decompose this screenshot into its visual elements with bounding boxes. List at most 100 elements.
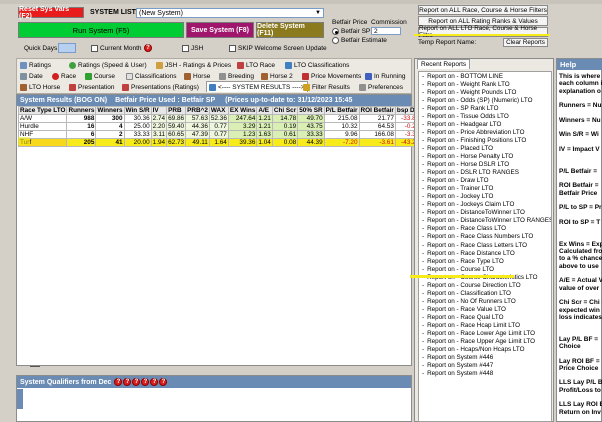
run-system-button[interactable]: Run System (F5) <box>18 22 184 38</box>
list-item[interactable]: - Report on - Draw LTO <box>422 177 551 185</box>
jsh-checkbox[interactable]: JSH <box>182 45 203 52</box>
list-item[interactable]: - Report on - Race Class Numbers LTO <box>422 233 551 241</box>
column-header[interactable]: WAX <box>208 106 229 115</box>
tab-lto-race[interactable]: LTO Race <box>237 60 275 70</box>
table-row[interactable]: Turf2054120.001.9462.7349.111.6439.361.0… <box>17 138 422 147</box>
help-question-icon[interactable]: ? <box>159 378 168 386</box>
list-item[interactable]: - Report on - Weight Pounds LTO <box>422 88 551 96</box>
list-item[interactable]: - Report on - Hcaps/Non Hcaps LTO <box>422 346 551 354</box>
tab-system-results[interactable]: <---- SYSTEM RESULTS ----> <box>206 81 308 92</box>
list-item[interactable]: - Report on - Classification LTO <box>422 289 551 297</box>
list-item[interactable]: - Report on - Jockey LTO <box>422 193 551 201</box>
tab-presentation[interactable]: Presentation <box>69 82 115 92</box>
list-item[interactable]: - Report on - Price Abbreviation LTO <box>422 128 551 136</box>
list-item[interactable]: - Report on - Race Qual LTO <box>422 313 551 321</box>
tab-lto-horse[interactable]: LTO Horse <box>20 82 60 92</box>
tab-jsh-ratings-prices[interactable]: JSH - Ratings & Prices <box>156 60 231 70</box>
tab-recent-reports[interactable]: Recent Reports <box>417 59 471 69</box>
column-header[interactable]: Runners <box>66 106 97 115</box>
column-header[interactable]: P/L Betfair <box>323 106 360 115</box>
tab-race[interactable]: Race <box>52 71 76 81</box>
list-item[interactable]: - Report on - DistanceToWinner LTO RANGES <box>422 217 551 225</box>
list-item[interactable]: - Report on - Trainer LTO <box>422 185 551 193</box>
quick-days-input[interactable] <box>58 43 76 53</box>
column-header[interactable]: ROI Betfair <box>358 106 396 115</box>
tab-date[interactable]: Date <box>20 71 43 81</box>
tab-in-running[interactable]: In Running <box>365 71 405 81</box>
help-question-icon[interactable]: ? <box>144 44 152 52</box>
list-item[interactable]: - Report on - Course LTO <box>422 265 551 273</box>
list-item[interactable]: - Report on - BOTTOM LINE <box>422 72 551 80</box>
save-system-button[interactable]: Save System (F8) <box>186 22 254 38</box>
reset-sys-vars-button[interactable]: Reset Sys Vars (F2) <box>18 6 84 20</box>
tab-lto-classifications[interactable]: LTO Classifications <box>285 60 349 70</box>
clear-reports-button[interactable]: Clear Reports <box>503 38 548 47</box>
recent-reports-list[interactable]: - Report on - BOTTOM LINE - Report on - Wei… <box>418 71 552 422</box>
column-header[interactable]: Chi Scr <box>271 106 299 115</box>
list-item[interactable]: - Report on - Race Lower Age Limit LTO <box>422 330 551 338</box>
list-item[interactable]: - Report on System #448 <box>422 370 551 378</box>
column-header[interactable]: IV <box>150 106 168 115</box>
list-item[interactable]: - Report on - Odds (SP) (Numeric) LTO <box>422 96 551 104</box>
list-item[interactable]: - Report on - Course Direction LTO <box>422 281 551 289</box>
current-month-checkbox[interactable]: Current Month <box>91 45 142 52</box>
list-item[interactable]: - Report on - Tissue Odds LTO <box>422 112 551 120</box>
table-row[interactable]: Hurdle 16 4 25.00 2.20 59.40 44.36 0.77 3.29 1.21… <box>17 122 422 131</box>
betfair-sp-radio[interactable]: Betfair SP <box>332 28 370 35</box>
tab-horse[interactable]: Horse <box>184 71 210 81</box>
column-header[interactable]: PRB <box>166 106 187 115</box>
tab-preferences[interactable]: Preferences <box>359 82 403 92</box>
tab-breeding[interactable]: Breeding <box>219 71 254 81</box>
column-header[interactable]: Race Type LTO <box>17 106 68 115</box>
list-item[interactable]: - Report on - Race Hcap Limit LTO <box>422 321 551 329</box>
list-item[interactable]: - Report on - Weight Rank LTO <box>422 80 551 88</box>
column-header[interactable]: 50% SR <box>297 106 325 115</box>
tab-classifications[interactable]: Classifications <box>126 71 177 81</box>
list-item[interactable]: - Report on - DSLR LTO RANGES <box>422 169 551 177</box>
report-all-filters-button[interactable]: Report on ALL Race, Course & Horse Filte… <box>418 5 548 15</box>
list-item[interactable]: - Report on - Race Class Letters LTO <box>422 241 551 249</box>
chevron-down-icon[interactable]: ▼ <box>315 10 321 16</box>
list-item[interactable]: - Report on - Race Value LTO <box>422 305 551 313</box>
list-item[interactable]: - Report on System #446 <box>422 354 551 362</box>
help-question-icon[interactable]: ? <box>114 378 123 386</box>
list-item[interactable]: - Report on - Race Class LTO <box>422 225 551 233</box>
list-item[interactable]: - Report on - SP Rank LTO <box>422 104 551 112</box>
tab-ratings-speed-user[interactable]: Ratings (Speed & User) <box>69 60 147 70</box>
list-item[interactable]: - Report on - Horse Penalty LTO <box>422 152 551 160</box>
list-item[interactable]: - Report on - No Of Runners LTO <box>422 297 551 305</box>
column-header[interactable]: PRB^2 <box>185 106 210 115</box>
help-question-icon[interactable]: ? <box>123 378 132 386</box>
list-item-label: Report on - Classification LTO <box>427 289 511 297</box>
list-item[interactable]: - Report on System #447 <box>422 362 551 370</box>
column-header[interactable]: A/E <box>256 106 273 115</box>
list-item[interactable]: - Report on - Placed LTO <box>422 144 551 152</box>
tab-horse-2[interactable]: Horse 2 <box>261 71 293 81</box>
list-item[interactable]: - Report on - Race Distance LTO <box>422 249 551 257</box>
commission-input[interactable]: 2 <box>371 27 401 35</box>
tab-presentations-ratings[interactable]: Presentations (Ratings) <box>122 82 199 92</box>
list-item[interactable]: - Report on - Race Type LTO <box>422 257 551 265</box>
list-item[interactable]: - Report on - Horse DSLR LTO <box>422 161 551 169</box>
list-item[interactable]: - Report on - Race Upper Age Limit LTO <box>422 338 551 346</box>
list-item[interactable]: - Report on - Jockeys Claim LTO <box>422 201 551 209</box>
list-item[interactable]: - Report on - DistanceToWinner LTO <box>422 209 551 217</box>
tab-ratings[interactable]: Ratings <box>20 60 51 70</box>
list-item[interactable]: - Report on - Finishing Positions LTO <box>422 136 551 144</box>
help-question-icon[interactable]: ? <box>150 378 159 386</box>
help-question-icon[interactable]: ? <box>141 378 150 386</box>
betfair-estimate-radio[interactable]: Betfair Estimate <box>332 37 387 44</box>
tab-course[interactable]: Course <box>85 71 115 81</box>
table-row[interactable]: NHF 6 2 33.33 3.11 60.65 47.39 0.77 1.23 1.63 0.61… <box>17 130 422 139</box>
column-header[interactable]: Win S/R <box>123 106 152 115</box>
tab-price-movements[interactable]: Price Movements <box>302 71 361 81</box>
system-list-select[interactable]: (New System) ▼ <box>136 8 324 18</box>
tab-filter-results[interactable]: Filter Results <box>303 82 350 92</box>
column-header[interactable]: EX Wins <box>227 106 258 115</box>
list-item[interactable]: - Report on - Headgear LTO <box>422 120 551 128</box>
delete-system-button[interactable]: Delete System (F11) <box>256 22 324 38</box>
column-header[interactable]: Winners <box>95 106 125 115</box>
skip-welcome-checkbox[interactable]: SKIP Welcome Screen Update <box>229 45 327 52</box>
help-question-icon[interactable]: ? <box>132 378 141 386</box>
table-row[interactable]: A/W 988 300 30.36 2.74 69.86 57.63 52.36 247.64 1… <box>17 114 422 123</box>
